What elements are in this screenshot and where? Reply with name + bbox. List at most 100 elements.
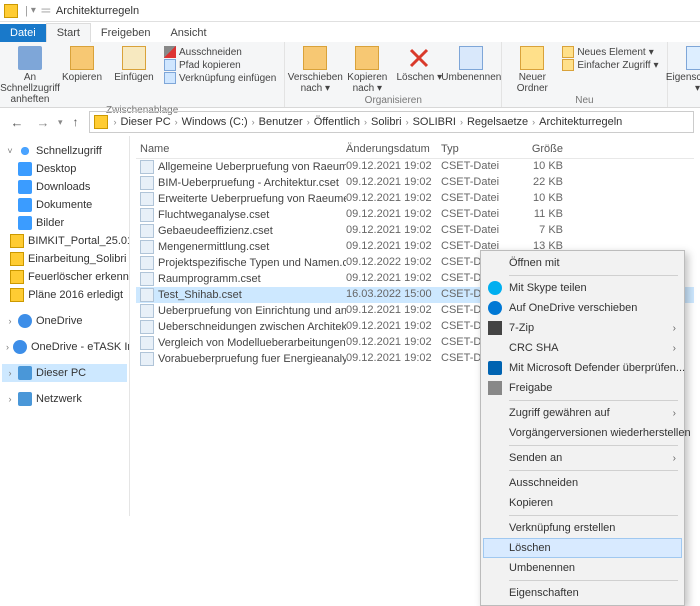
ctx-access[interactable]: Zugriff gewähren auf› bbox=[483, 403, 682, 423]
ctx-skype[interactable]: Mit Skype teilen bbox=[483, 278, 682, 298]
ctx-rename[interactable]: Umbenennen bbox=[483, 558, 682, 578]
crumb[interactable]: Öffentlich bbox=[312, 116, 362, 128]
crumb[interactable]: Windows (C:) bbox=[180, 116, 250, 128]
window-title: Architekturregeln bbox=[56, 5, 139, 17]
ctx-cut[interactable]: Ausschneiden bbox=[483, 473, 682, 493]
nav-f4[interactable]: Pläne 2016 erledigt bbox=[2, 286, 127, 304]
paste-button[interactable]: Einfügen bbox=[110, 44, 158, 105]
file-row[interactable]: Fluchtweganalyse.cset09.12.2021 19:02CSE… bbox=[136, 207, 694, 223]
context-menu: Öffnen mit Mit Skype teilen Auf OneDrive… bbox=[480, 250, 685, 606]
file-row[interactable]: Erweiterte Ueberpruefung von Raeumen...0… bbox=[136, 191, 694, 207]
onedrive-icon bbox=[488, 301, 502, 315]
col-name[interactable]: Name bbox=[136, 143, 346, 155]
ctx-props[interactable]: Eigenschaften bbox=[483, 583, 682, 603]
file-icon bbox=[140, 304, 154, 318]
address-bar: ← → ▾ ↑ › Dieser PC›Windows (C:)›Benutze… bbox=[0, 108, 700, 136]
7zip-icon bbox=[488, 321, 502, 335]
crumb[interactable]: Solibri bbox=[369, 116, 404, 128]
newitem-button[interactable]: Neues Element ▾ bbox=[560, 46, 660, 58]
ctx-share[interactable]: Freigabe bbox=[483, 378, 682, 398]
nav-tree: ˅Schnellzugriff Desktop Downloads Dokume… bbox=[0, 136, 130, 516]
ctx-link[interactable]: Verknüpfung erstellen bbox=[483, 518, 682, 538]
file-row[interactable]: Allgemeine Ueberpruefung von Raeume...09… bbox=[136, 159, 694, 175]
ctx-onedrive[interactable]: Auf OneDrive verschieben bbox=[483, 298, 682, 318]
nav-network[interactable]: ›Netzwerk bbox=[2, 390, 127, 408]
nav-onedrive[interactable]: ›OneDrive bbox=[2, 312, 127, 330]
ctx-delete[interactable]: Löschen bbox=[483, 538, 682, 558]
crumb[interactable]: Dieser PC bbox=[119, 116, 173, 128]
file-icon bbox=[140, 176, 154, 190]
file-icon bbox=[140, 320, 154, 334]
ctx-7zip[interactable]: 7-Zip› bbox=[483, 318, 682, 338]
nav-f3[interactable]: Feuerlöscher erkenn bbox=[2, 268, 127, 286]
crumb[interactable]: Architekturregeln bbox=[537, 116, 624, 128]
moveto-button[interactable]: Verschieben nach ▾ bbox=[291, 44, 339, 95]
col-date[interactable]: Änderungsdatum bbox=[346, 143, 441, 155]
nav-quick[interactable]: ˅Schnellzugriff bbox=[2, 142, 127, 160]
props-button[interactable]: Eigenschaften ▾ bbox=[674, 44, 700, 95]
file-icon bbox=[140, 256, 154, 270]
forward-button[interactable]: → bbox=[32, 111, 54, 133]
pastelink-button[interactable]: Verknüpfung einfügen bbox=[162, 72, 278, 84]
pin-button[interactable]: An Schnellzugriff anheften bbox=[6, 44, 54, 105]
folder-icon bbox=[94, 115, 108, 129]
group-organize: Organisieren bbox=[291, 95, 495, 107]
nav-onedrive2[interactable]: ›OneDrive - eTASK Imm bbox=[2, 338, 127, 356]
dropdown-icon[interactable]: ▾ bbox=[31, 5, 36, 16]
col-size[interactable]: Größe bbox=[516, 143, 571, 155]
tab-file[interactable]: Datei bbox=[0, 24, 46, 42]
newfolder-button[interactable]: Neuer Ordner bbox=[508, 44, 556, 95]
crumb[interactable]: SOLIBRI bbox=[411, 116, 458, 128]
copy-button[interactable]: Kopieren bbox=[58, 44, 106, 105]
file-icon bbox=[140, 208, 154, 222]
defender-icon bbox=[488, 361, 502, 375]
ctx-defender[interactable]: Mit Microsoft Defender überprüfen... bbox=[483, 358, 682, 378]
breadcrumb[interactable]: › Dieser PC›Windows (C:)›Benutzer›Öffent… bbox=[89, 111, 694, 133]
copypath-button[interactable]: Pfad kopieren bbox=[162, 59, 278, 71]
ctx-crc[interactable]: CRC SHA› bbox=[483, 338, 682, 358]
ctx-prev[interactable]: Vorgängerversionen wiederherstellen bbox=[483, 423, 682, 443]
easyaccess-button[interactable]: Einfacher Zugriff ▾ bbox=[560, 59, 660, 71]
nav-thispc[interactable]: ›Dieser PC bbox=[2, 364, 127, 382]
file-icon bbox=[140, 192, 154, 206]
file-icon bbox=[140, 160, 154, 174]
history-dropdown-icon[interactable]: ▾ bbox=[58, 117, 63, 128]
ribbon-tabs: Datei Start Freigeben Ansicht bbox=[0, 22, 700, 42]
ribbon: An Schnellzugriff anheften Kopieren Einf… bbox=[0, 42, 700, 108]
nav-pictures[interactable]: Bilder bbox=[2, 214, 127, 232]
group-open: Öffnen bbox=[674, 95, 700, 107]
ctx-openwith[interactable]: Öffnen mit bbox=[483, 253, 682, 273]
nav-documents[interactable]: Dokumente bbox=[2, 196, 127, 214]
file-icon bbox=[140, 336, 154, 350]
nav-f2[interactable]: Einarbeitung_Solibri bbox=[2, 250, 127, 268]
copyto-button[interactable]: Kopieren nach ▾ bbox=[343, 44, 391, 95]
col-type[interactable]: Typ bbox=[441, 143, 516, 155]
tab-share[interactable]: Freigeben bbox=[91, 24, 161, 42]
file-icon bbox=[140, 288, 154, 302]
delete-button[interactable]: Löschen ▾ bbox=[395, 44, 443, 95]
skype-icon bbox=[488, 281, 502, 295]
crumb[interactable]: Regelsaetze bbox=[465, 116, 530, 128]
ctx-send[interactable]: Senden an› bbox=[483, 448, 682, 468]
nav-f1[interactable]: BIMKIT_Portal_25.01 bbox=[2, 232, 127, 250]
nav-desktop[interactable]: Desktop bbox=[2, 160, 127, 178]
group-new: Neu bbox=[508, 95, 660, 107]
title-bar: | ▾ ＝ Architekturregeln bbox=[0, 0, 700, 22]
file-icon bbox=[140, 224, 154, 238]
tab-view[interactable]: Ansicht bbox=[160, 24, 216, 42]
rename-button[interactable]: Umbenennen bbox=[447, 44, 495, 95]
up-button[interactable]: ↑ bbox=[67, 113, 85, 131]
column-headers[interactable]: Name Änderungsdatum Typ Größe bbox=[136, 140, 694, 159]
file-icon bbox=[140, 240, 154, 254]
file-row[interactable]: Gebaeudeeffizienz.cset09.12.2021 19:02CS… bbox=[136, 223, 694, 239]
nav-downloads[interactable]: Downloads bbox=[2, 178, 127, 196]
cut-button[interactable]: Ausschneiden bbox=[162, 46, 278, 58]
file-icon bbox=[140, 352, 154, 366]
file-row[interactable]: BIM-Ueberpruefung - Architektur.cset09.1… bbox=[136, 175, 694, 191]
tab-start[interactable]: Start bbox=[46, 23, 91, 42]
ctx-copy[interactable]: Kopieren bbox=[483, 493, 682, 513]
tb-separator2: ＝ bbox=[40, 2, 52, 19]
crumb[interactable]: Benutzer bbox=[257, 116, 305, 128]
back-button[interactable]: ← bbox=[6, 111, 28, 133]
file-icon bbox=[140, 272, 154, 286]
